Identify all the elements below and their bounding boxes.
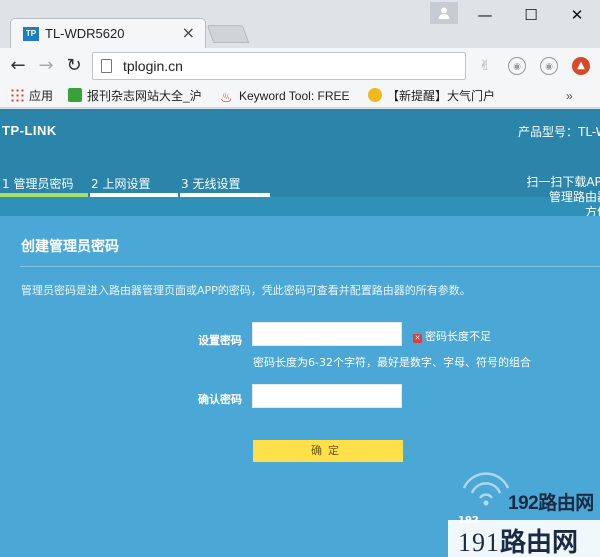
qr-download-text: 扫一扫下载APP 管理路由器 方便 (526, 175, 600, 219)
password-label: 设置密码 (198, 334, 242, 347)
confirm-button[interactable]: 确定 (253, 440, 403, 462)
forward-arrow-icon[interactable]: → (34, 54, 58, 78)
address-bar[interactable]: tplogin.cn (92, 52, 466, 80)
browser-toolbar: ← → ↻ tplogin.cn ✌ ◉ ◉ ▲ (0, 48, 600, 84)
apps-grid-icon (10, 88, 24, 102)
confirm-password-label: 确认密码 (198, 393, 242, 406)
watermark-site: 191路由网 (458, 528, 579, 557)
trophy-icon (368, 88, 382, 102)
new-tab-button[interactable] (206, 25, 250, 43)
browser-titlebar: TP TL-WDR5620 × — ☐ ✕ (0, 0, 600, 48)
step-progress-2 (90, 193, 178, 197)
upload-extension-icon[interactable]: ▲ (572, 57, 590, 75)
confirm-password-input[interactable] (252, 384, 402, 408)
page-icon (101, 59, 112, 73)
bookmark-newspapers[interactable]: 报刊杂志网站大全_沪 (68, 87, 206, 105)
url-text[interactable]: tplogin.cn (123, 58, 183, 74)
bookmarks-bar: 应用 报刊杂志网站大全_沪 ♨ Keyword Tool: FREE 【新提醒】大… (0, 84, 600, 108)
back-arrow-icon[interactable]: ← (6, 54, 30, 78)
password-hint: 密码长度为6-32个字符，最好是数字、字母、符号的组合 (253, 356, 531, 369)
maximize-icon[interactable]: ☐ (508, 0, 554, 30)
step-internet-settings[interactable]: 2 上网设置 (91, 175, 150, 195)
watermark-brand: 192路由网 (508, 493, 594, 514)
extension-icon-2[interactable]: ◉ (540, 57, 558, 75)
section-description: 管理员密码是进入路由器管理页面或APP的密码，凭此密码可查看并配置路由器的所有参… (21, 284, 471, 297)
step-admin-password[interactable]: 1 管理员密码 (2, 175, 73, 195)
voice-extension-icon[interactable]: ✌ (476, 57, 494, 75)
password-error: ✕ 密码长度不足 (413, 330, 491, 343)
window-close-icon[interactable]: ✕ (554, 0, 600, 30)
reload-icon[interactable]: ↻ (62, 54, 86, 78)
error-x-icon: ✕ (413, 334, 422, 343)
password-input[interactable] (252, 322, 402, 346)
tp-link-favicon-icon: TP (23, 27, 39, 41)
tab-title: TL-WDR5620 (45, 26, 125, 41)
bookmarks-more-icon[interactable]: » (566, 87, 586, 105)
user-profile-icon[interactable] (430, 2, 458, 24)
section-title: 创建管理员密码 (21, 239, 119, 255)
green-check-icon (68, 88, 82, 102)
step-progress-3 (180, 193, 270, 197)
router-header: TP-LINK 产品型号：TL-W 1 管理员密码 2 上网设置 3 无线设置 … (0, 109, 600, 219)
step-wireless-settings[interactable]: 3 无线设置 (181, 175, 240, 195)
bookmark-apps[interactable]: 应用 (10, 87, 62, 105)
wifi-watermark-icon (462, 472, 510, 506)
tp-link-logo: TP-LINK (2, 123, 57, 138)
extension-icon[interactable]: ◉ (508, 57, 526, 75)
step-progress-active (0, 193, 88, 197)
bookmark-portal[interactable]: 【新提醒】大气门户 (368, 87, 502, 105)
divider (20, 266, 600, 267)
browser-tab[interactable]: TP TL-WDR5620 × (10, 18, 206, 48)
bookmark-keyword-tool[interactable]: ♨ Keyword Tool: FREE (220, 87, 354, 105)
tab-close-icon[interactable]: × (182, 23, 195, 42)
minimize-icon[interactable]: — (462, 0, 508, 30)
product-model: 产品型号：TL-W (518, 125, 600, 139)
flame-icon: ♨ (220, 89, 233, 105)
